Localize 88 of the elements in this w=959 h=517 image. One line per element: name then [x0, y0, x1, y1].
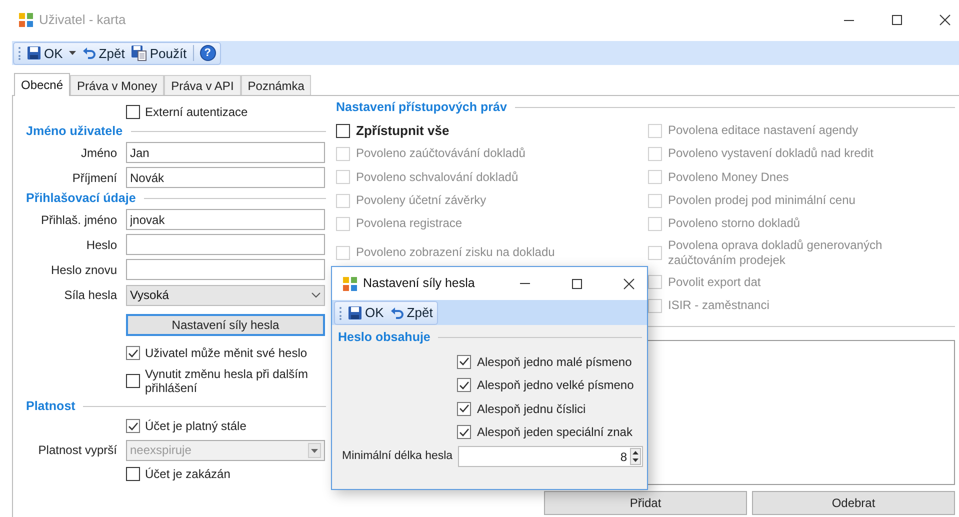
field-label: Heslo: [86, 238, 117, 252]
action-button[interactable]: Odebrat: [752, 491, 955, 515]
permission-label: Povolena registrace: [356, 216, 462, 231]
close-icon: [939, 14, 951, 26]
checkbox-label: Alespoň jedno velké písmeno: [477, 377, 634, 394]
permission-label: Povoleno schvalování dokladů: [356, 170, 518, 184]
permission-label: Povoleno vystavení dokladů nad kredit: [668, 146, 874, 161]
checkbox-label: Účet je platný stále: [145, 419, 246, 433]
window-title: Uživatel - karta: [39, 11, 126, 30]
permission-label: Zpřístupnit vše: [356, 123, 450, 138]
maximize-icon: [571, 278, 583, 290]
field-label: Minimální délka hesla: [342, 448, 454, 464]
checkbox-label: Uživatel může měnit své heslo: [145, 346, 308, 360]
checkbox[interactable]: [336, 124, 350, 138]
help-button[interactable]: ?: [200, 45, 216, 61]
checkbox[interactable]: [126, 467, 140, 481]
permission-label: Povolena editace nastavení agendy: [668, 123, 858, 138]
field-label: Příjmení: [72, 170, 117, 184]
tiles-icon: [342, 276, 358, 292]
field-label: Síla hesla: [64, 288, 117, 302]
field-label: Přihlaš. jméno: [40, 212, 117, 226]
field-label: Platnost vyprší: [38, 443, 117, 457]
permission-label: ISIR - zaměstnanci: [668, 298, 770, 313]
grip-icon: [18, 46, 21, 60]
field-label: Heslo znovu: [50, 262, 117, 276]
dropdown[interactable]: Vysoká: [126, 284, 325, 306]
permission-label: Povoleno zobrazení zisku na dokladu: [356, 245, 555, 260]
checkbox-label: Externí autentizace: [145, 105, 248, 119]
undo-arrow-icon: [82, 46, 96, 60]
dialog-title: Nastavení síly hesla: [363, 275, 475, 292]
minimize-icon: [519, 283, 531, 284]
permission-label: Povoleno zaúčtovávání dokladů: [356, 146, 526, 161]
ok-button[interactable]: OK: [348, 306, 384, 320]
section-heading: Heslo obsahuje: [338, 329, 430, 346]
checkbox[interactable]: [457, 378, 471, 392]
permission-label: Povolit export dat: [668, 274, 761, 290]
section-heading: Platnost: [26, 398, 76, 416]
checkmark-icon: [459, 380, 469, 390]
checkbox[interactable]: [126, 346, 140, 360]
checkbox[interactable]: [457, 402, 471, 416]
checkmark-icon: [128, 422, 138, 430]
password-strength-button[interactable]: Nastavení síly hesla: [126, 314, 325, 336]
checkmark-icon: [459, 428, 469, 437]
checkbox-label: Účet je zakázán: [145, 467, 230, 481]
text-field[interactable]: Jan: [126, 142, 325, 163]
text-field[interactable]: [126, 259, 325, 280]
checkbox[interactable]: [126, 374, 140, 388]
tiles-icon: [18, 12, 34, 28]
section-heading: Jméno uživatele: [26, 123, 123, 140]
permission-label: Povoleno storno dokladů: [668, 216, 800, 231]
section-heading: Nastavení přístupových práv: [336, 99, 507, 116]
close-icon: [623, 278, 635, 290]
text-field[interactable]: [126, 234, 325, 255]
action-button[interactable]: Přidat: [544, 491, 747, 515]
ok-button[interactable]: OK: [27, 46, 63, 60]
section-heading: Přihlašovací údaje: [26, 190, 136, 208]
chevron-down-icon: [311, 292, 321, 298]
tab[interactable]: Práva v API: [164, 75, 241, 95]
field-label: Jméno: [80, 146, 117, 160]
text-field[interactable]: Novák: [126, 167, 325, 188]
undo-button[interactable]: Zpět: [390, 306, 433, 320]
maximize-icon: [891, 14, 903, 26]
checkbox[interactable]: [457, 354, 471, 369]
checkbox[interactable]: [126, 419, 140, 433]
checkbox[interactable]: [126, 105, 140, 119]
checkmark-icon: [459, 357, 469, 366]
checkbox-label: Alespoň jedno malé písmeno: [477, 354, 632, 371]
undo-button[interactable]: Zpět: [82, 46, 125, 60]
checkmark-icon: [128, 348, 138, 358]
tab[interactable]: Obecné: [14, 73, 70, 96]
checkbox-label: Alespoň jednu číslici: [477, 400, 586, 418]
permission-label: Povoleny účetní závěrky: [356, 193, 486, 208]
permission-label: Povolen prodej pod minimální cenu: [668, 193, 856, 208]
number-spinner[interactable]: 8: [458, 446, 643, 467]
checkbox-label: Vynutit změnu hesla při dalším přihlášení: [145, 367, 309, 395]
floppy-document-icon: [130, 45, 147, 61]
checkbox[interactable]: [457, 425, 471, 440]
permission-label: Povolena oprava dokladů generovaných zaúčtováním prodejek: [668, 238, 884, 268]
permission-label: Povoleno Money Dnes: [668, 170, 789, 184]
tab[interactable]: Práva v Money: [70, 75, 164, 95]
spinner-arrows-icon: [630, 448, 641, 465]
checkmark-icon: [459, 404, 469, 414]
undo-arrow-icon: [390, 306, 404, 320]
checkbox-label: Alespoň jeden speciální znak: [477, 424, 632, 442]
text-field[interactable]: jnovak: [126, 209, 325, 230]
apply-button[interactable]: Použít: [130, 45, 187, 61]
tab[interactable]: Poznámka: [240, 75, 312, 95]
grip-icon: [339, 306, 342, 320]
